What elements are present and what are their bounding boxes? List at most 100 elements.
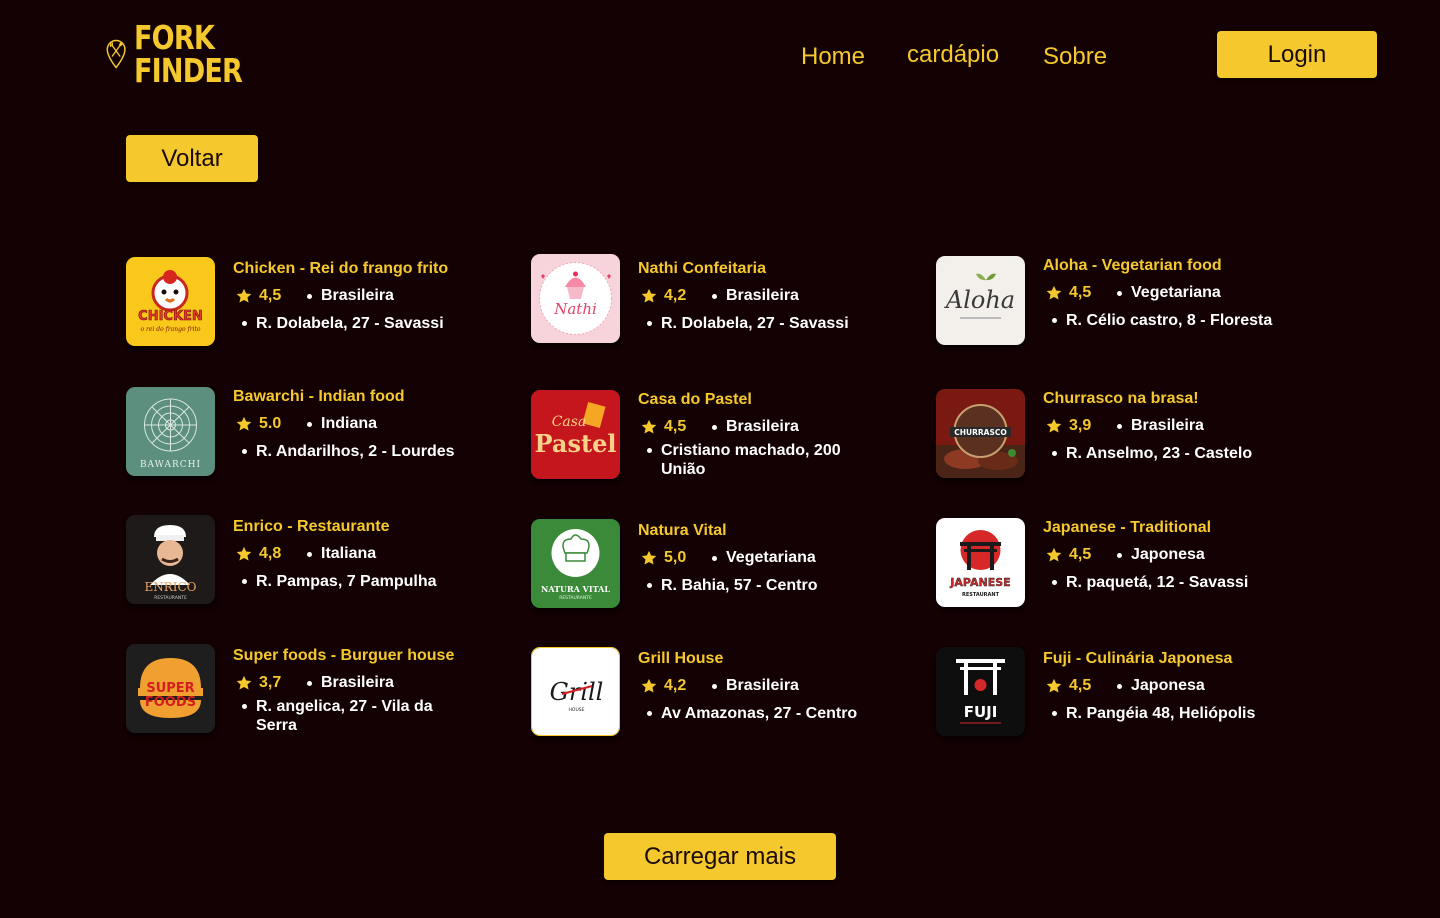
- svg-text:Pastel: Pastel: [535, 429, 617, 458]
- restaurant-rating: 4,5: [1069, 677, 1092, 694]
- restaurant-cuisine: Brasileira: [321, 674, 394, 691]
- bullet: [307, 680, 312, 686]
- bullet: [647, 711, 652, 716]
- restaurant-name: Chicken - Rei do frango frito: [233, 260, 449, 277]
- bullet: [242, 449, 247, 454]
- svg-text:Casa: Casa: [552, 414, 587, 430]
- restaurant-rating: 4,2: [664, 677, 687, 694]
- svg-text:JAPANESE: JAPANESE: [949, 576, 1010, 589]
- svg-text:ENRICO: ENRICO: [144, 580, 196, 594]
- back-button[interactable]: Voltar: [126, 135, 258, 182]
- restaurant-card[interactable]: JAPANESE RESTAURANT Japanese - Tradition…: [936, 518, 1326, 618]
- bullet: [712, 424, 717, 430]
- restaurant-card[interactable]: ENRICO RESTAURANTE Enrico - Restaurante …: [126, 515, 516, 615]
- bullet: [712, 555, 717, 561]
- svg-text:Nathi: Nathi: [553, 300, 597, 318]
- restaurant-cuisine: Brasileira: [726, 418, 799, 435]
- restaurant-logo: JAPANESE RESTAURANT: [936, 518, 1025, 607]
- restaurant-rating: 5,0: [664, 549, 687, 566]
- restaurant-card[interactable]: NATURA VITAL RESTAURANTE Natura Vital 5,…: [531, 519, 921, 619]
- bullet: [307, 293, 312, 299]
- restaurant-logo: Aloha: [936, 256, 1025, 345]
- restaurant-card[interactable]: SUPER FOODS Super foods - Burguer house …: [126, 644, 516, 744]
- restaurant-card[interactable]: CHURRASCO Churrasco na brasa! 3,9 Brasil…: [936, 389, 1326, 489]
- bullet: [1117, 683, 1122, 689]
- bullet: [307, 421, 312, 427]
- restaurant-name: Super foods - Burguer house: [233, 647, 455, 664]
- bullet: [1052, 711, 1057, 716]
- restaurant-rating: 4,5: [664, 418, 687, 435]
- restaurant-card[interactable]: CHICKEN o rei do frango frito Chicken - …: [126, 257, 516, 357]
- restaurant-logo: Casa Pastel: [531, 390, 620, 479]
- restaurant-address: R. Andarilhos, 2 - Lourdes: [256, 443, 455, 460]
- bullet: [1117, 552, 1122, 558]
- nav-link-home[interactable]: Home: [801, 43, 865, 71]
- restaurant-rating: 4,5: [1069, 284, 1092, 301]
- bullet: [712, 293, 717, 299]
- restaurant-logo: BAWARCHI: [126, 387, 215, 476]
- svg-text:RESTAURANT: RESTAURANT: [962, 592, 1000, 598]
- restaurant-name: Casa do Pastel: [638, 391, 752, 408]
- svg-text:HOUSE: HOUSE: [569, 707, 585, 713]
- star-icon: [640, 549, 658, 567]
- bullet: [307, 551, 312, 557]
- restaurant-logo: CHICKEN o rei do frango frito: [126, 257, 215, 346]
- star-icon: [235, 674, 253, 692]
- bullet: [712, 683, 717, 689]
- restaurant-card[interactable]: Grill HOUSE Grill House 4,2 Brasileira A…: [531, 647, 921, 747]
- star-icon: [1045, 677, 1063, 695]
- restaurant-address: R. Anselmo, 23 - Castelo: [1066, 445, 1253, 462]
- restaurant-cuisine: Italiana: [321, 545, 377, 562]
- svg-text:BAWARCHI: BAWARCHI: [140, 460, 201, 470]
- restaurant-card[interactable]: Nathi Nathi Confeitaria 4,2 Brasileira R…: [531, 254, 921, 354]
- svg-text:Grill: Grill: [550, 678, 604, 706]
- restaurant-name: Japanese - Traditional: [1043, 519, 1212, 536]
- bullet: [242, 704, 247, 709]
- star-icon: [1045, 417, 1063, 435]
- load-more-button[interactable]: Carregar mais: [604, 833, 836, 880]
- svg-text:SUPER: SUPER: [146, 681, 194, 696]
- star-icon: [235, 545, 253, 563]
- restaurant-cuisine: Brasileira: [1131, 417, 1204, 434]
- nav-link-cardapio[interactable]: cardápio: [907, 41, 999, 69]
- bullet: [242, 321, 247, 326]
- bullet: [1052, 580, 1057, 585]
- restaurant-logo: NATURA VITAL RESTAURANTE: [531, 519, 620, 608]
- restaurant-cuisine: Vegetariana: [1131, 284, 1221, 301]
- restaurant-rating: 4,5: [259, 287, 282, 304]
- svg-text:FOODS: FOODS: [145, 695, 196, 710]
- restaurant-address: R. Pangéia 48, Heliópolis: [1066, 705, 1256, 722]
- star-icon: [235, 415, 253, 433]
- restaurant-cuisine: Brasileira: [726, 287, 799, 304]
- bullet: [1052, 318, 1057, 323]
- bullet: [647, 321, 652, 326]
- restaurant-name: Natura Vital: [638, 522, 727, 539]
- restaurant-cuisine: Brasileira: [321, 287, 394, 304]
- svg-text:CHICKEN: CHICKEN: [138, 309, 203, 324]
- svg-text:o rei do frango frito: o rei do frango frito: [140, 326, 200, 333]
- restaurant-rating: 4,8: [259, 545, 282, 562]
- restaurant-card[interactable]: FUJI Fuji - Culinária Japonesa 4,5 Japon…: [936, 647, 1326, 747]
- restaurant-cuisine: Brasileira: [726, 677, 799, 694]
- restaurant-cuisine: Indiana: [321, 415, 378, 432]
- svg-text:RESTAURANTE: RESTAURANTE: [559, 595, 592, 601]
- restaurant-name: Aloha - Vegetarian food: [1043, 257, 1222, 274]
- restaurant-name: Enrico - Restaurante: [233, 518, 390, 535]
- star-icon: [640, 287, 658, 305]
- login-button[interactable]: Login: [1217, 31, 1377, 78]
- restaurant-rating: 3,7: [259, 674, 282, 691]
- restaurant-card[interactable]: Aloha Aloha - Vegetarian food 4,5 Vegeta…: [936, 256, 1326, 356]
- bullet: [647, 448, 652, 453]
- restaurant-card[interactable]: BAWARCHI Bawarchi - Indian food 5.0 Indi…: [126, 387, 516, 487]
- restaurant-cuisine: Japonesa: [1131, 546, 1205, 563]
- bullet: [647, 583, 652, 588]
- restaurant-name: Churrasco na brasa!: [1043, 390, 1199, 407]
- bullet: [242, 579, 247, 584]
- restaurant-rating: 5.0: [259, 415, 282, 432]
- restaurant-card[interactable]: Casa Pastel Casa do Pastel 4,5 Brasileir…: [531, 390, 921, 490]
- restaurant-address: R. Célio castro, 8 - Floresta: [1066, 312, 1273, 329]
- restaurant-logo: FUJI: [936, 647, 1025, 736]
- nav-link-sobre[interactable]: Sobre: [1043, 43, 1107, 71]
- star-icon: [640, 418, 658, 436]
- bullet: [1117, 290, 1122, 296]
